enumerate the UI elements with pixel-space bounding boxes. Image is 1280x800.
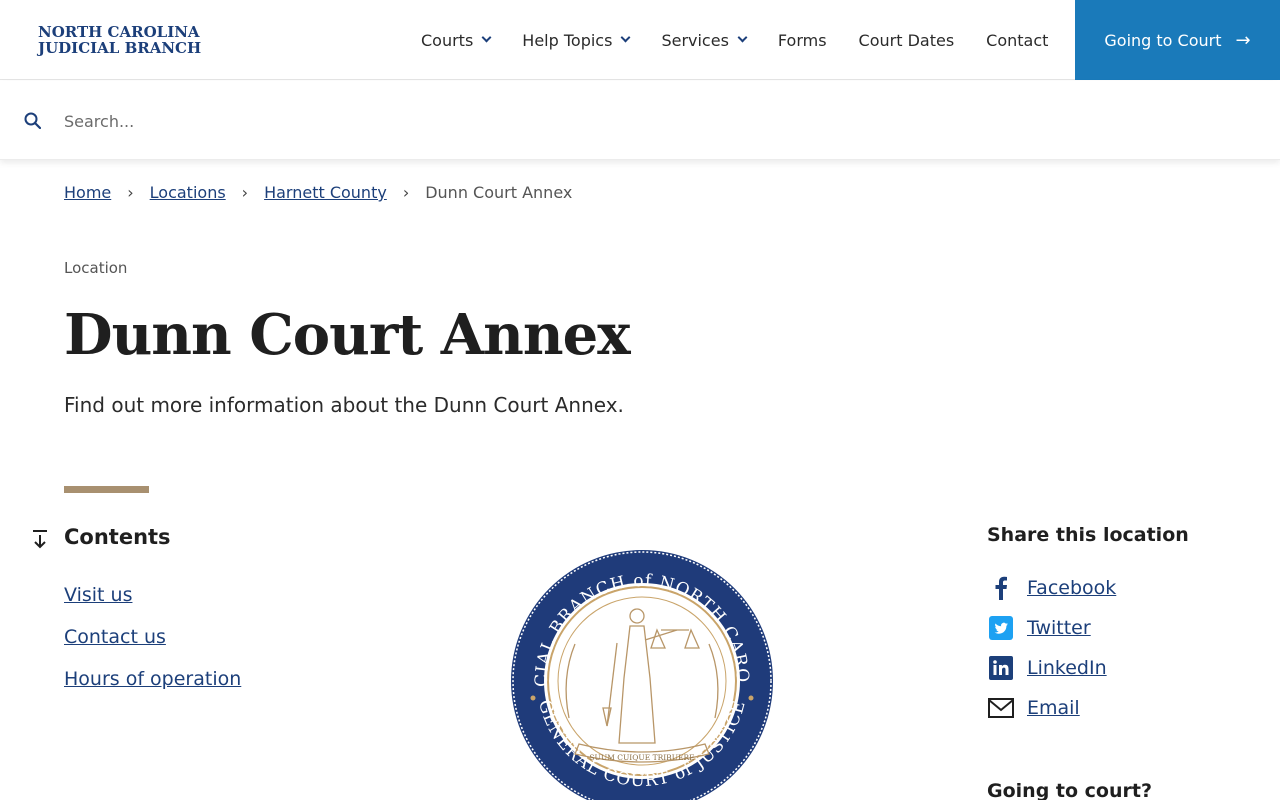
nav-help-topics-label: Help Topics — [522, 30, 613, 50]
nav-help-topics[interactable]: Help Topics — [522, 30, 631, 50]
page-title: Dunn Court Annex — [64, 302, 631, 368]
search-input[interactable] — [56, 101, 1236, 141]
search-icon[interactable] — [24, 112, 41, 129]
share-email[interactable]: Email — [987, 688, 1116, 728]
nav-services[interactable]: Services — [661, 30, 748, 50]
email-icon — [987, 694, 1015, 722]
going-to-court-label: Going to Court — [1104, 30, 1222, 50]
share-title: Share this location — [987, 524, 1189, 546]
breadcrumb-home[interactable]: Home — [64, 183, 111, 202]
toc-contact-us[interactable]: Contact us — [64, 626, 241, 648]
toc-hours-of-operation[interactable]: Hours of operation — [64, 668, 241, 690]
search-bar — [0, 81, 1280, 160]
nav-forms-label: Forms — [777, 30, 827, 50]
toc-visit-us[interactable]: Visit us — [64, 584, 241, 606]
seal-motto: SUUM CUIQUE TRIBUERE — [589, 753, 694, 762]
breadcrumb-harnett-county[interactable]: Harnett County — [264, 183, 387, 202]
going-to-court-button[interactable]: Going to Court → — [1075, 0, 1280, 80]
nav-court-dates-label: Court Dates — [858, 30, 955, 50]
share-email-label: Email — [1027, 697, 1080, 719]
page-intro: Find out more information about the Dunn… — [64, 393, 624, 417]
main-nav: Courts Help Topics Services Forms Court … — [405, 0, 1064, 80]
share-facebook[interactable]: Facebook — [987, 568, 1116, 608]
share-list: Facebook Twitter LinkedIn Email — [987, 568, 1116, 728]
accent-divider — [64, 486, 149, 493]
breadcrumb-separator: › — [402, 183, 410, 202]
twitter-icon — [987, 614, 1015, 642]
facebook-icon — [987, 574, 1015, 602]
breadcrumb-separator: › — [241, 183, 249, 202]
nav-contact[interactable]: Contact — [986, 31, 1048, 50]
share-facebook-label: Facebook — [1027, 577, 1117, 599]
chevron-down-icon — [481, 32, 492, 43]
site-logo[interactable]: NORTH CAROLINA JUDICIAL BRANCH — [38, 24, 201, 56]
breadcrumb: Home › Locations › Harnett County › Dunn… — [64, 183, 572, 202]
linkedin-icon — [987, 654, 1015, 682]
judicial-seal-image: JUDICIAL BRANCH of NORTH CAROLINA GENERA… — [509, 548, 773, 800]
share-twitter[interactable]: Twitter — [987, 608, 1116, 648]
share-linkedin-label: LinkedIn — [1027, 657, 1107, 679]
nav-courts[interactable]: Courts — [421, 30, 492, 50]
logo-line-2: JUDICIAL BRANCH — [38, 39, 202, 57]
logo-line-1: NORTH CAROLINA — [38, 23, 200, 41]
arrow-right-icon: → — [1235, 29, 1251, 51]
table-of-contents: Visit us Contact us Hours of operation — [64, 584, 241, 710]
page-kicker: Location — [64, 259, 128, 277]
going-to-court-heading: Going to court? — [987, 780, 1152, 800]
nav-forms[interactable]: Forms — [778, 31, 827, 50]
contents-title: Contents — [64, 525, 171, 549]
share-twitter-label: Twitter — [1027, 617, 1091, 639]
nav-courts-label: Courts — [421, 30, 474, 50]
chevron-down-icon — [620, 32, 631, 43]
site-header: NORTH CAROLINA JUDICIAL BRANCH Courts He… — [0, 0, 1280, 80]
breadcrumb-separator: › — [127, 183, 134, 202]
nav-court-dates[interactable]: Court Dates — [859, 31, 955, 50]
breadcrumb-locations[interactable]: Locations — [150, 183, 226, 202]
arrow-down-to-line-icon — [33, 530, 47, 549]
chevron-down-icon — [737, 32, 748, 43]
share-linkedin[interactable]: LinkedIn — [987, 648, 1116, 688]
nav-contact-label: Contact — [986, 30, 1049, 50]
nav-services-label: Services — [661, 30, 729, 50]
breadcrumb-current: Dunn Court Annex — [425, 183, 573, 202]
